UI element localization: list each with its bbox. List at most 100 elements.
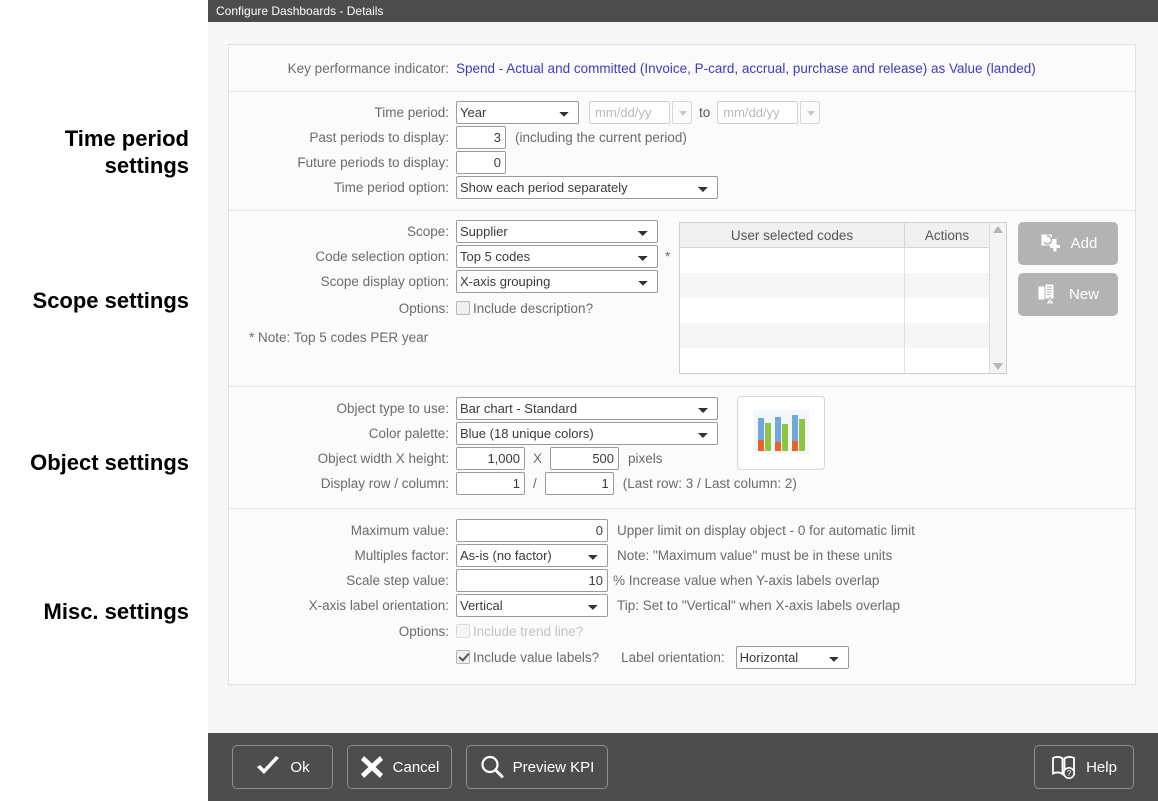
code-selection-select[interactable]: Top 5 codes <box>456 245 658 268</box>
scope-section: Scope: Supplier Code selection option: T… <box>229 211 1135 387</box>
annotation-time-period-settings: Time period settings <box>64 126 189 178</box>
annotation-misc-settings: Misc. settings <box>43 599 189 624</box>
scope-display-select[interactable]: X-axis grouping <box>456 270 658 293</box>
misc-section: Maximum value: Upper limit on display ob… <box>229 509 1135 684</box>
maximum-value-hint: Upper limit on display object - 0 for au… <box>617 523 915 538</box>
scale-step-label: Scale step value: <box>346 573 449 588</box>
scope-note: * Note: Top 5 codes PER year <box>249 329 429 345</box>
time-period-row: Time period: Year to <box>229 100 1135 125</box>
time-period-option-select[interactable]: Show each period separately <box>456 176 718 199</box>
new-code-icon <box>1037 283 1061 307</box>
preview-kpi-button[interactable]: Preview KPI <box>466 745 608 789</box>
xaxis-orientation-select[interactable]: Vertical <box>456 594 608 617</box>
label-orientation-label: Label orientation: <box>621 649 725 665</box>
past-periods-row: Past periods to display: (including the … <box>229 125 1135 150</box>
xaxis-orientation-row: X-axis label orientation: Vertical Tip: … <box>229 593 1135 618</box>
display-column-input[interactable] <box>544 472 614 495</box>
to-label: to <box>699 105 711 120</box>
help-book-icon: ? <box>1051 755 1077 779</box>
table-row[interactable] <box>680 273 989 298</box>
color-palette-row: Color palette: Blue (18 unique colors) <box>229 421 1135 446</box>
object-size-row: Object width X height: X pixels <box>229 446 1135 471</box>
past-periods-hint: (including the current period) <box>515 130 687 145</box>
search-icon <box>480 755 504 779</box>
help-button[interactable]: ? Help <box>1034 745 1134 789</box>
date-to-calendar-icon[interactable] <box>800 101 821 124</box>
past-periods-input[interactable] <box>456 126 506 149</box>
new-button[interactable]: New <box>1018 273 1118 316</box>
object-preview-thumbnail[interactable] <box>737 396 825 470</box>
size-separator: X <box>533 451 543 466</box>
help-button-label: Help <box>1086 758 1117 776</box>
maximum-value-input[interactable] <box>456 519 608 542</box>
add-button[interactable]: Add <box>1018 222 1118 265</box>
label-orientation-select[interactable]: Horizontal <box>735 645 849 669</box>
color-palette-select[interactable]: Blue (18 unique colors) <box>456 422 718 445</box>
date-from-calendar-icon[interactable] <box>672 101 692 124</box>
code-selection-label: Code selection option: <box>315 249 449 264</box>
multiples-factor-row: Multiples factor: As-is (no factor) Note… <box>229 543 1135 568</box>
configure-dashboards-dialog: Configure Dashboards - Details Key perfo… <box>208 0 1158 801</box>
scale-step-row: Scale step value: % Increase value when … <box>229 568 1135 593</box>
maximum-value-label: Maximum value: <box>350 523 449 538</box>
xaxis-orientation-label: X-axis label orientation: <box>308 598 449 613</box>
future-periods-label: Future periods to display: <box>297 155 449 170</box>
column-header-actions: Actions <box>924 227 970 243</box>
date-from-input[interactable] <box>589 101 670 124</box>
table-row[interactable] <box>680 348 989 373</box>
maximum-value-row: Maximum value: Upper limit on display ob… <box>229 518 1135 543</box>
xaxis-orientation-hint: Tip: Set to "Vertical" when X-axis label… <box>617 598 900 613</box>
multiples-factor-label: Multiples factor: <box>354 548 449 563</box>
object-size-label: Object width X height: <box>317 451 449 466</box>
kpi-value-link[interactable]: Spend - Actual and committed (Invoice, P… <box>456 61 1036 76</box>
scope-label: Scope: <box>406 224 449 239</box>
codes-table-scrollbar[interactable] <box>989 223 1006 373</box>
add-button-label: Add <box>1070 235 1098 252</box>
cancel-button[interactable]: Cancel <box>347 745 452 789</box>
scroll-up-icon[interactable] <box>993 226 1003 233</box>
multiples-factor-select[interactable]: As-is (no factor) <box>456 544 608 567</box>
display-row-column-row: Display row / column: / (Last row: 3 / L… <box>229 471 1135 496</box>
scope-select[interactable]: Supplier <box>456 220 658 243</box>
date-to-input[interactable] <box>717 101 799 124</box>
table-row[interactable] <box>680 248 989 273</box>
future-periods-input[interactable] <box>456 151 506 174</box>
object-height-input[interactable] <box>550 447 620 470</box>
code-selection-asterisk: * <box>665 249 671 264</box>
object-section: Object type to use: Bar chart - Standard… <box>229 387 1135 509</box>
include-value-labels-checkbox[interactable] <box>456 650 470 664</box>
scroll-down-icon[interactable] <box>993 363 1003 370</box>
include-trend-line-label: Include trend line? <box>473 623 584 639</box>
misc-options-label: Options: <box>398 623 449 639</box>
object-type-select[interactable]: Bar chart - Standard <box>456 397 718 420</box>
include-description-label: Include description? <box>473 300 594 316</box>
preview-kpi-button-label: Preview KPI <box>512 758 595 776</box>
ok-button[interactable]: Ok <box>232 745 333 789</box>
include-trend-line-checkbox <box>456 624 470 638</box>
display-row-input[interactable] <box>456 472 525 495</box>
misc-options-row: Options: Include trend line? <box>229 618 1135 644</box>
table-row[interactable] <box>680 298 989 323</box>
dialog-footer: Ok Cancel Preview KPI ? Help <box>208 733 1158 801</box>
scale-step-input[interactable] <box>456 569 608 592</box>
kpi-label: Key performance indicator: <box>287 60 449 76</box>
ok-button-label: Ok <box>290 758 310 776</box>
bar-chart-thumbnail-icon <box>753 409 809 457</box>
window-titlebar: Configure Dashboards - Details <box>208 0 1158 22</box>
time-period-select[interactable]: Year <box>456 101 579 124</box>
annotation-column: Time period settings Scope settings Obje… <box>0 0 208 801</box>
multiples-factor-hint: Note: "Maximum value" must be in these u… <box>617 548 893 563</box>
scope-display-label: Scope display option: <box>320 274 449 289</box>
codes-table-body <box>680 248 989 373</box>
codes-table-header: User selected codes Actions <box>680 223 989 248</box>
include-value-labels-label: Include value labels? <box>473 649 600 665</box>
close-icon <box>360 755 384 779</box>
annotation-scope-settings: Scope settings <box>32 288 189 313</box>
display-row-column-label: Display row / column: <box>320 476 449 491</box>
table-row[interactable] <box>680 323 989 348</box>
include-description-checkbox[interactable] <box>456 301 470 315</box>
scope-options-label: Options: <box>398 300 449 316</box>
cancel-button-label: Cancel <box>392 758 440 776</box>
object-width-input[interactable] <box>456 447 525 470</box>
window-title: Configure Dashboards - Details <box>216 4 384 18</box>
